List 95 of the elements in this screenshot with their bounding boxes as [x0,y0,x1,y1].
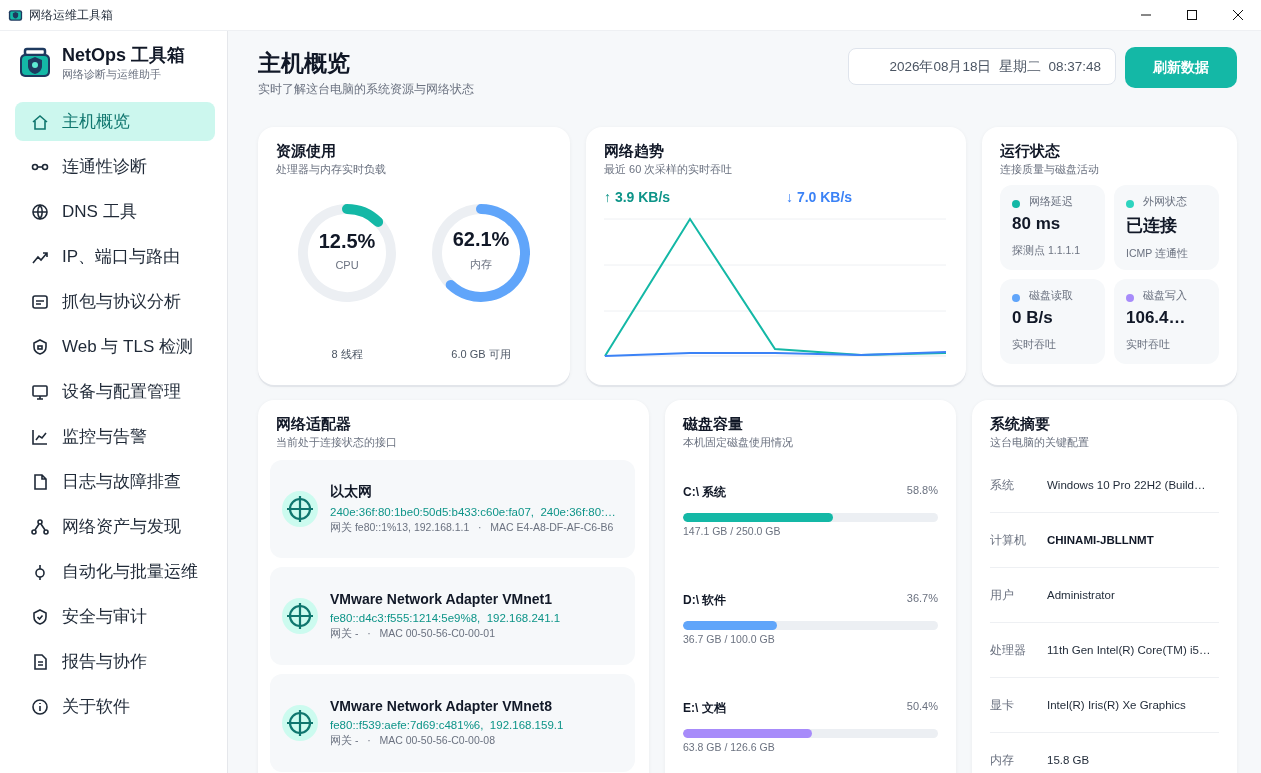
tile-value: 0 B/s [1012,308,1054,328]
card-subtitle: 本机固定磁盘使用情况 [683,435,794,450]
shield-icon [30,336,50,357]
app-icon [8,8,23,22]
page-title: 主机概览 [258,49,351,77]
network-nodes-icon [30,516,50,537]
adapter-addresses: fe80::f539:aefe:7d69:c481%6, 192.168.159.1 [330,719,564,731]
sidebar-item[interactable]: IP、端口与路由 [15,237,215,276]
summary-value: CHINAMI-JBLLNMT [1047,534,1154,546]
tile-value: 已连接 [1126,215,1178,237]
adapter-details: 网关 fe80::1%13, 192.168.1.1 · MAC E4-A8-DF-AF-C6-B6 [330,521,615,535]
adapter-item[interactable]: 以太网 240e:36f:80:1be0:50d5:b433:c60e:fa07, 240e:36f:80:… 网关 fe80::1%13, 192.168.1.1 · MAC E4-A8-DF-AF-C6-B6 [270,460,635,558]
sidebar-item[interactable]: 安全与审计 [15,597,215,636]
crosshair-icon [282,598,318,634]
download-rate: ↓ 7.0 KB/s [786,189,853,205]
shield-check-icon [30,606,50,627]
card-title: 网络适配器 [276,414,352,434]
tile-label: 网络延迟 [1029,194,1073,209]
card-title: 资源使用 [276,141,337,161]
summary-value: Administrator [1047,589,1115,601]
tile-value: 80 ms [1012,214,1062,234]
disk-name: D:\ 软件 [683,592,727,609]
summary-label: 处理器 [990,642,1027,658]
gauge-value: 62.1% [452,228,510,251]
sidebar-item[interactable]: 网络资产与发现 [15,507,215,546]
tile-note: ICMP 连通性 [1126,247,1189,261]
card-title: 运行状态 [1000,141,1061,161]
crosshair-icon [282,491,318,527]
adapter-addresses: fe80::d4c3:f555:1214:5e9%8, 192.168.241.1 [330,612,561,624]
card-title: 系统摘要 [990,414,1051,434]
page-subtitle: 实时了解这台电脑的系统资源与网络状态 [258,81,475,98]
tile-label: 磁盘读取 [1029,288,1073,303]
adapter-item[interactable]: VMware Network Adapter VMnet1 fe80::d4c3:f555:1214:5e9%8, 192.168.241.1 网关 - · MAC 00-50-56-C0-00-01 [270,567,635,665]
adapter-addresses: 240e:36f:80:1be0:50d5:b433:c60e:fa07, 240e:36f:80:… [330,506,616,518]
disk-usage: 147.1 GB / 250.0 GB [683,525,782,537]
crosshair-icon [282,705,318,741]
card-subtitle: 最近 60 次采样的实时吞吐 [604,162,734,177]
app-tagline: 网络诊断与运维助手 [62,67,162,82]
gauge-label: 内存 [470,257,492,272]
gauge-footer: 6.0 GB 可用 [451,347,511,362]
adapter-details: 网关 - · MAC 00-50-56-C0-00-01 [330,627,496,641]
app-name: NetOps 工具箱 [62,44,185,67]
card-subtitle: 处理器与内存实时负载 [276,162,387,177]
gauge-label: CPU [335,258,359,271]
sidebar-item[interactable]: 报告与协作 [15,642,215,681]
disk-usage: 36.7 GB / 100.0 GB [683,633,776,645]
sidebar-item[interactable]: DNS 工具 [15,192,215,231]
sidebar-item[interactable]: 自动化与批量运维 [15,552,215,591]
adapter-name: 以太网 [330,483,373,501]
sidebar-item[interactable]: 关于软件 [15,687,215,726]
adapter-item[interactable]: VMware Network Adapter VMnet8 fe80::f539:aefe:7d69:c481%6, 192.168.159.1 网关 - · MAC 00-50-56-C0-00-08 [270,674,635,772]
disk-name: C:\ 系统 [683,484,727,501]
disk-name: E:\ 文档 [683,700,726,717]
card-subtitle: 连接质量与磁盘活动 [1000,162,1100,177]
disk-usage: 63.8 GB / 126.6 GB [683,741,776,753]
sidebar-item[interactable]: 日志与故障排查 [15,462,215,501]
globe-icon [30,201,50,222]
summary-label: 用户 [990,587,1015,603]
summary-value: Windows 10 Pro 22H2 (Build… [1047,479,1206,491]
card-subtitle: 这台电脑的关键配置 [990,435,1090,450]
sidebar-item[interactable]: 设备与配置管理 [15,372,215,411]
summary-value: Intel(R) Iris(R) Xe Graphics [1047,699,1186,711]
sidebar-item[interactable]: Web 与 TLS 检测 [15,327,215,366]
adapter-name: VMware Network Adapter VMnet1 [330,591,553,607]
summary-label: 系统 [990,477,1015,493]
gauge-value: 12.5% [318,229,376,253]
datetime-display: 2026年08月18日 星期二 08:37:48 [848,48,1116,85]
tile-value: 106.4… [1126,308,1187,328]
tile-note: 实时吞吐 [1126,338,1171,352]
disk-percent: 58.8% [906,484,938,498]
summary-label: 计算机 [990,532,1027,548]
upload-rate: ↑ 3.9 KB/s [604,189,672,205]
summary-value: 15.8 GB [1047,754,1090,766]
sidebar-item[interactable]: 连通性诊断 [15,147,215,186]
disk-percent: 50.4% [906,700,938,714]
disk-percent: 36.7% [906,592,938,606]
tile-label: 外网状态 [1143,194,1187,209]
window-title: 网络运维工具箱 [29,6,113,24]
sidebar-item[interactable]: 监控与告警 [15,417,215,456]
summary-value: 11th Gen Intel(R) Core(TM) i5… [1047,644,1211,656]
info-icon [30,696,50,717]
adapter-name: VMware Network Adapter VMnet8 [330,698,553,714]
card-title: 磁盘容量 [683,414,744,434]
adapter-details: 网关 - · MAC 00-50-56-C0-00-08 [330,734,496,748]
card-subtitle: 当前处于连接状态的接口 [276,435,398,450]
toolbox-logo-icon [18,45,52,80]
tile-note: 实时吞吐 [1012,338,1057,352]
sidebar-item[interactable]: 抓包与协议分析 [15,282,215,321]
tile-note: 探测点 1.1.1.1 [1012,244,1082,258]
tile-label: 磁盘写入 [1143,288,1187,303]
gauge-footer: 8 线程 [331,347,363,362]
card-title: 网络趋势 [604,141,665,161]
sidebar-item[interactable]: 主机概览 [15,102,215,141]
summary-label: 内存 [990,752,1015,768]
summary-label: 显卡 [990,697,1015,713]
